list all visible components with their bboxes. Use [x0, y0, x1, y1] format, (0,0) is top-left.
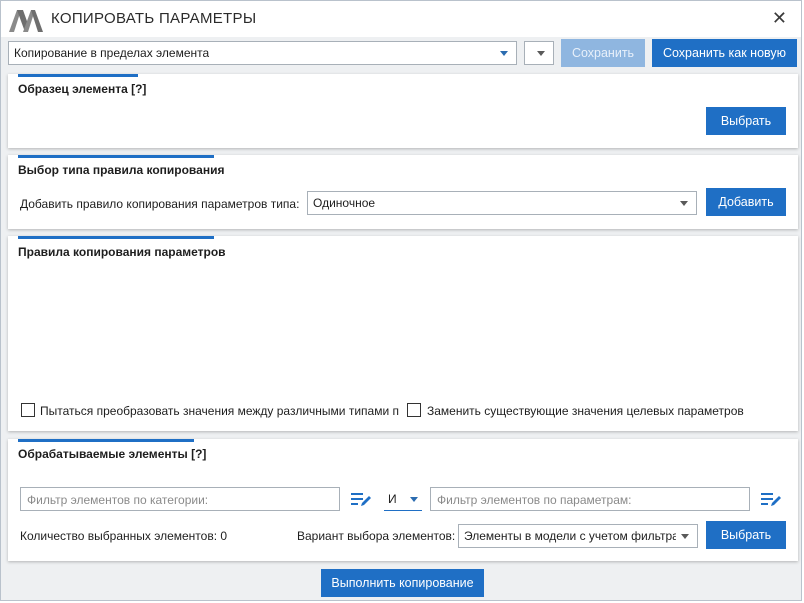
preset-options-dropdown[interactable]	[524, 41, 554, 65]
processed-elements-title: Обрабатываемые элементы [?]	[18, 447, 207, 461]
select-sample-button[interactable]: Выбрать	[706, 107, 786, 135]
chevron-down-icon	[537, 51, 545, 56]
rule-type-title: Выбор типа правила копирования	[18, 163, 225, 177]
copy-parameters-window: КОПИРОВАТЬ ПАРАМЕТРЫ ✕ Копирование в пре…	[0, 0, 802, 601]
select-elements-button[interactable]: Выбрать	[706, 521, 786, 549]
sample-element-title: Образец элемента [?]	[18, 82, 147, 96]
replace-values-checkbox[interactable]	[407, 403, 421, 417]
preset-dropdown[interactable]: Копирование в пределах элемента	[8, 41, 517, 65]
chevron-down-icon	[500, 51, 508, 56]
save-as-new-button[interactable]: Сохранить как новую	[652, 39, 797, 67]
close-icon[interactable]: ✕	[772, 9, 787, 27]
selection-mode-label: Вариант выбора элементов:	[297, 529, 456, 543]
copy-rules-panel: Правила копирования параметров Пытаться …	[8, 236, 798, 431]
chevron-down-icon	[680, 201, 688, 206]
title-bar: КОПИРОВАТЬ ПАРАМЕТРЫ ✕	[1, 1, 801, 37]
convert-values-label: Пытаться преобразовать значения между ра…	[40, 404, 399, 418]
execute-copy-button[interactable]: Выполнить копирование	[321, 569, 484, 597]
logic-operator-value: И	[388, 492, 397, 506]
selection-mode-dropdown[interactable]: Элементы в модели с учетом фильтра	[458, 524, 698, 548]
sample-element-panel: Образец элемента [?] Выбрать	[8, 74, 798, 148]
chevron-down-icon	[410, 497, 418, 502]
param-filter-placeholder: Фильтр элементов по параметрам:	[437, 493, 632, 507]
category-filter-placeholder: Фильтр элементов по категории:	[27, 493, 209, 507]
preset-value: Копирование в пределах элемента	[14, 46, 210, 60]
add-rule-button[interactable]: Добавить	[706, 188, 786, 216]
filter-edit-icon[interactable]	[760, 490, 782, 508]
chevron-down-icon	[681, 534, 689, 539]
logic-operator-dropdown[interactable]: И	[384, 487, 422, 511]
replace-values-label: Заменить существующие значения целевых п…	[427, 404, 744, 418]
copy-rules-title: Правила копирования параметров	[18, 245, 226, 259]
rule-type-value: Одиночное	[313, 196, 376, 210]
save-button[interactable]: Сохранить	[561, 39, 645, 67]
param-filter-input[interactable]: Фильтр элементов по параметрам:	[430, 487, 750, 511]
rule-type-panel: Выбор типа правила копирования Добавить …	[8, 155, 798, 229]
add-rule-label: Добавить правило копирования параметров …	[20, 197, 300, 211]
convert-values-checkbox[interactable]	[21, 403, 35, 417]
processed-elements-panel: Обрабатываемые элементы [?] Фильтр элеме…	[8, 439, 798, 561]
selected-count-label: Количество выбранных элементов: 0	[20, 529, 228, 543]
category-filter-input[interactable]: Фильтр элементов по категории:	[20, 487, 340, 511]
rule-type-dropdown[interactable]: Одиночное	[307, 191, 697, 215]
app-logo-icon	[9, 10, 43, 32]
selection-mode-value: Элементы в модели с учетом фильтра	[464, 529, 676, 543]
window-title: КОПИРОВАТЬ ПАРАМЕТРЫ	[51, 10, 257, 27]
filter-edit-icon[interactable]	[350, 490, 372, 508]
